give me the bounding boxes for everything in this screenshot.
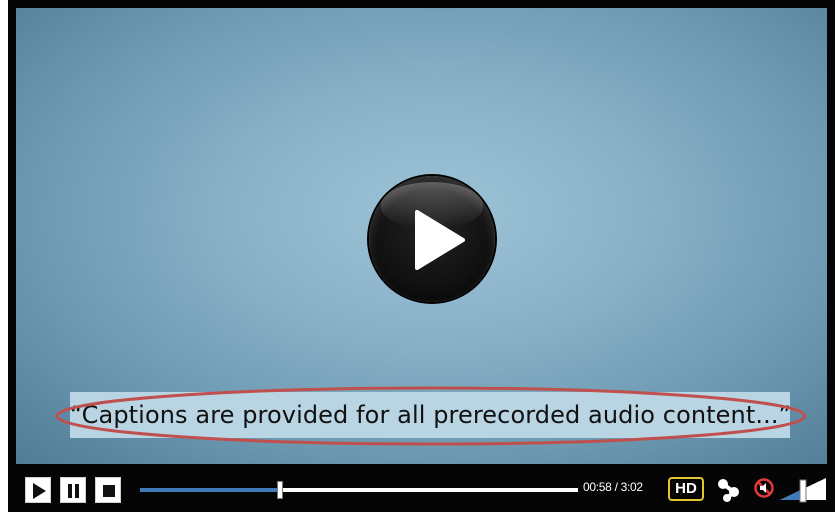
- play-circle-icon: [415, 210, 465, 270]
- mute-button[interactable]: [753, 477, 775, 499]
- pause-icon: [68, 484, 79, 498]
- caption-highlight-ellipse: [55, 386, 807, 446]
- time-display: 00:58 / 3:02: [583, 480, 643, 494]
- hd-toggle-button[interactable]: HD: [668, 477, 704, 501]
- control-bar: 00:58 / 3:02 HD: [8, 464, 835, 512]
- video-surface[interactable]: “Captions are provided for all prerecord…: [16, 8, 827, 464]
- seek-bar-progress: [140, 488, 281, 492]
- play-icon: [33, 483, 46, 499]
- seek-bar[interactable]: [140, 481, 578, 499]
- seek-handle[interactable]: [277, 481, 284, 499]
- share-icon: [718, 479, 739, 502]
- volume-slider[interactable]: [778, 474, 828, 504]
- stop-button[interactable]: [95, 477, 121, 503]
- stop-icon: [103, 485, 115, 497]
- big-play-button[interactable]: [369, 176, 495, 302]
- mute-icon: [754, 478, 774, 498]
- play-button[interactable]: [25, 477, 51, 503]
- share-button[interactable]: [715, 476, 743, 504]
- video-player: “Captions are provided for all prerecord…: [8, 0, 835, 512]
- pause-button[interactable]: [60, 477, 86, 503]
- volume-ramp-icon: [780, 478, 826, 503]
